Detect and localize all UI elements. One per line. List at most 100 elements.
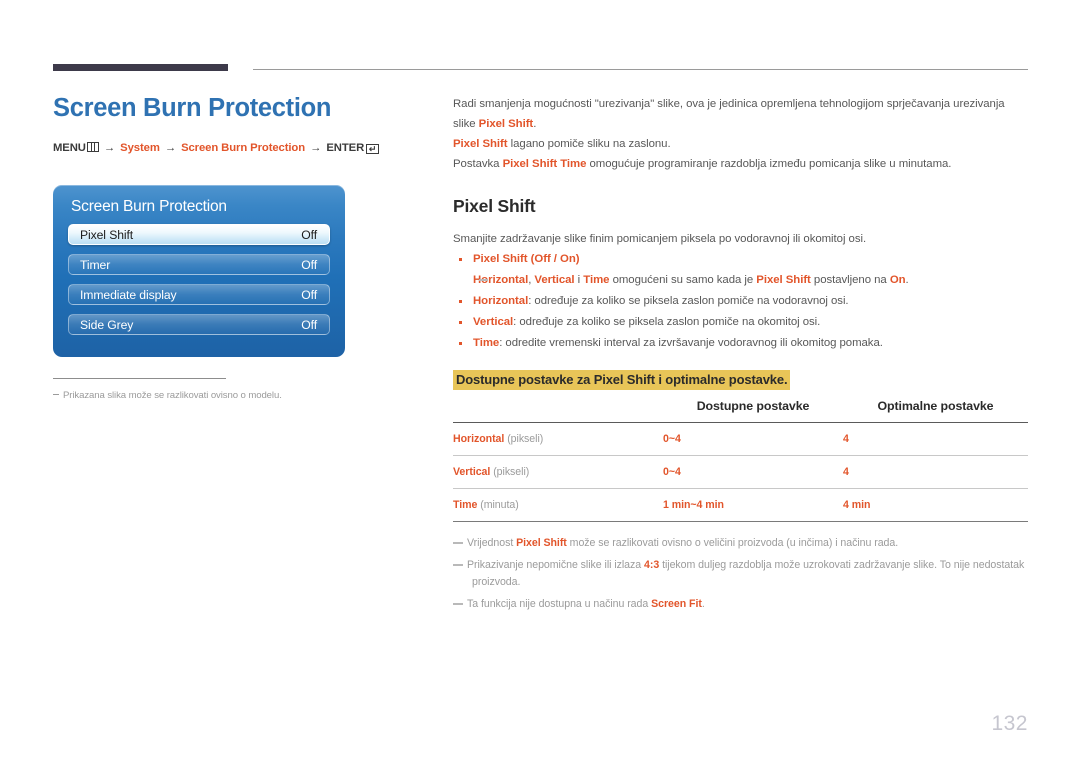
bullet-key: Pixel Shift xyxy=(473,253,528,265)
intro-p3-text-a: Postavka xyxy=(453,158,503,170)
image-caption: Prikazana slika može se razlikovati ovis… xyxy=(53,390,383,401)
breadcrumb-arrow-2: → xyxy=(164,142,177,155)
bullet-vertical: Vertical: određuje za koliko se piksela … xyxy=(453,312,1028,333)
table-row-unit: (minuta) xyxy=(477,499,519,511)
caption-dash-icon xyxy=(53,394,59,395)
footnote-text-b: može se razlikovati ovisno o veličini pr… xyxy=(566,537,899,549)
table-row-unit: (pikseli) xyxy=(504,433,544,445)
intro-paragraph-2: Pixel Shift lagano pomiče sliku na zaslo… xyxy=(453,134,1028,154)
header-rule-thick xyxy=(53,64,228,71)
note-text-2: i xyxy=(574,274,584,286)
page-header-rules xyxy=(0,0,1080,80)
footnote-list: Vrijednost Pixel Shift može se razlikova… xyxy=(453,535,1028,613)
osd-row-value: Off xyxy=(301,288,317,302)
table-cell-optimal: 4 xyxy=(843,422,1028,456)
table-cell-label: Time (minuta) xyxy=(453,488,663,522)
breadcrumb-item-screen-burn-protection: Screen Burn Protection xyxy=(181,142,306,155)
bullet-option-off: Off xyxy=(534,253,551,265)
note-key-pixel-shift: Pixel Shift xyxy=(756,274,811,286)
intro-p2-keyword: Pixel Shift xyxy=(453,138,508,150)
note-key-time: Time xyxy=(583,274,610,286)
osd-row-pixel-shift[interactable]: Pixel Shift Off xyxy=(68,224,330,245)
footnote-dash-icon xyxy=(453,542,463,544)
table-header-row: Dostupne postavke Optimalne postavke xyxy=(453,399,1028,423)
bullet-option-sep: / xyxy=(550,253,561,265)
caption-divider xyxy=(53,378,226,379)
breadcrumb-arrow-3: → xyxy=(310,142,322,155)
breadcrumb-item-system: System xyxy=(120,142,160,155)
footnote-pixel-shift-value: Vrijednost Pixel Shift može se razlikova… xyxy=(453,535,1028,552)
table-header-blank xyxy=(453,399,663,423)
footnote-text-c: proizvoda. xyxy=(472,576,521,588)
osd-row-timer[interactable]: Timer Off xyxy=(68,254,330,275)
note-key-vertical: Vertical xyxy=(534,274,575,286)
osd-row-value: Off xyxy=(301,258,317,272)
table-cell-available: 0~4 xyxy=(663,422,843,456)
table-cell-available: 0~4 xyxy=(663,455,843,489)
note-dash-icon xyxy=(479,279,488,281)
note-enabled-condition: Horizontal, Vertical i Time omogućeni su… xyxy=(453,270,1028,291)
bullet-option-on: On xyxy=(560,253,576,265)
intro-paragraph-3: Postavka Pixel Shift Time omogućuje prog… xyxy=(453,154,1028,174)
table-row-unit: (pikseli) xyxy=(490,466,530,478)
left-column: Screen Burn Protection MENU → System → S… xyxy=(53,94,413,155)
bullet-text: : određuje za koliko se piksela zaslon p… xyxy=(513,316,821,328)
bullet-dot-icon xyxy=(459,321,462,324)
osd-row-side-grey[interactable]: Side Grey Off xyxy=(68,314,330,335)
section-bullet-list: Pixel Shift (Off / On) Horizontal, Verti… xyxy=(453,249,1028,354)
intro-p2-text: lagano pomiče sliku na zaslonu. xyxy=(507,138,671,150)
footnote-text-a: Vrijednost xyxy=(467,537,517,549)
osd-row-immediate-display[interactable]: Immediate display Off xyxy=(68,284,330,305)
breadcrumb-menu-label: MENU xyxy=(53,142,86,155)
note-text-3: omogućeni su samo kada je xyxy=(609,274,757,286)
osd-row-label: Immediate display xyxy=(80,288,177,302)
osd-row-label: Timer xyxy=(80,258,111,272)
intro-p3-keyword: Pixel Shift Time xyxy=(502,158,587,170)
bullet-dot-icon xyxy=(459,300,462,303)
footnote-keyword: Pixel Shift xyxy=(516,537,567,549)
table-cell-label: Vertical (pikseli) xyxy=(453,455,663,489)
footnote-text-a: Prikazivanje nepomične slike ili izlaza xyxy=(467,559,644,571)
bullet-key: Vertical xyxy=(473,316,514,328)
table-cell-available: 1 min~4 min xyxy=(663,488,843,522)
table-row-key: Horizontal xyxy=(453,433,505,445)
bullet-paren-close: ) xyxy=(575,253,580,265)
table-cell-optimal: 4 xyxy=(843,455,1028,489)
footnote-text-b: . xyxy=(701,598,705,610)
bullet-pixel-shift: Pixel Shift (Off / On) xyxy=(453,249,1028,270)
table-row-key: Time xyxy=(453,499,478,511)
table-row: Vertical (pikseli) 0~4 4 xyxy=(453,455,1028,489)
table-row: Horizontal (pikseli) 0~4 4 xyxy=(453,422,1028,456)
enter-return-icon: ↵ xyxy=(366,144,380,155)
bullet-dot-icon xyxy=(459,342,462,345)
osd-row-value: Off xyxy=(301,228,317,242)
osd-row-value: Off xyxy=(301,318,317,332)
footnote-keyword: Screen Fit xyxy=(651,598,702,610)
table-highlight-heading: Dostupne postavke za Pixel Shift i optim… xyxy=(453,370,791,390)
footnote-static-image: Prikazivanje nepomične slike ili izlaza … xyxy=(453,557,1028,591)
page-number: 132 xyxy=(991,712,1028,735)
bullet-text: : određuje za koliko se piksela zaslon p… xyxy=(528,295,849,307)
intro-p1-keyword: Pixel Shift xyxy=(478,118,534,130)
table-row: Time (minuta) 1 min~4 min 4 min xyxy=(453,488,1028,522)
right-column: Radi smanjenja mogućnosti "urezivanja" s… xyxy=(453,94,1028,618)
intro-p1-text-c: . xyxy=(533,118,537,130)
osd-row-label: Pixel Shift xyxy=(80,228,134,242)
note-text-5: . xyxy=(905,274,909,286)
footnote-keyword: 4:3 xyxy=(644,559,660,571)
osd-panel-title: Screen Burn Protection xyxy=(71,198,227,215)
caption-text: Prikazana slika može se razlikovati ovis… xyxy=(63,390,282,401)
footnote-screen-fit: Ta funkcija nije dostupna u načinu rada … xyxy=(453,596,1028,613)
note-key-on: On xyxy=(889,274,906,286)
footnote-dash-icon xyxy=(453,564,463,566)
breadcrumb-enter-label: ENTER xyxy=(326,142,365,155)
table-row-key: Vertical xyxy=(453,466,491,478)
menu-breadcrumb: MENU → System → Screen Burn Protection →… xyxy=(53,142,413,155)
section-title-pixel-shift: Pixel Shift xyxy=(453,196,536,216)
page-title: Screen Burn Protection xyxy=(53,94,332,122)
section-lead-text: Smanjite zadržavanje slike finim pomican… xyxy=(453,233,867,245)
footnote-dash-icon xyxy=(453,603,463,605)
breadcrumb-arrow-1: → xyxy=(103,142,116,155)
table-cell-optimal: 4 min xyxy=(843,488,1028,522)
bullet-dot-icon xyxy=(459,258,462,261)
